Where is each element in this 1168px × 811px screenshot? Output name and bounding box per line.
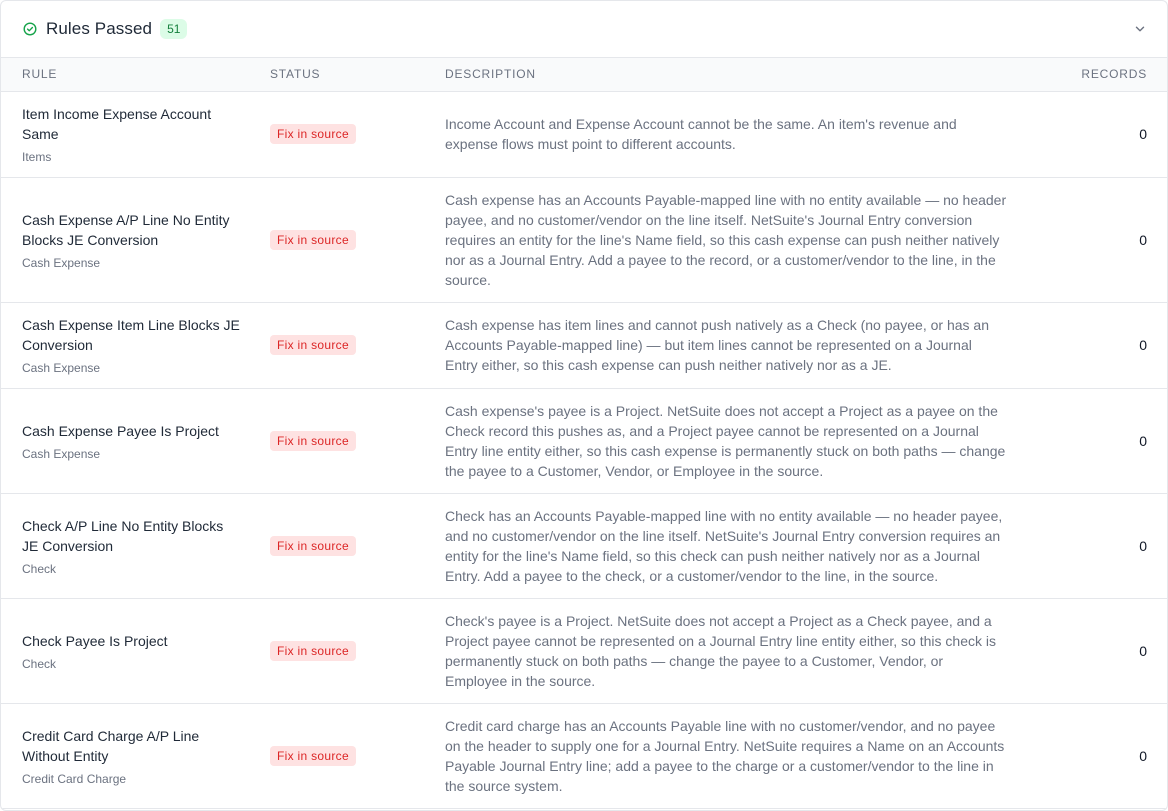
table-row[interactable]: Cash Expense Payee Is Project Cash Expen…	[1, 388, 1167, 494]
rule-description: Income Account and Expense Account canno…	[445, 116, 957, 152]
table-header-row: RULE STATUS DESCRIPTION RECORDS	[1, 58, 1167, 92]
rule-cell: Item Income Expense Account Same Items	[1, 91, 249, 178]
status-cell: Fix in source	[249, 598, 424, 704]
rule-name: Check A/P Line No Entity Blocks JE Conve…	[22, 517, 224, 554]
rule-category: Cash Expense	[22, 361, 101, 375]
panel-header[interactable]: Rules Passed 51	[1, 1, 1167, 58]
records-count: 0	[1027, 493, 1167, 599]
table-row[interactable]: Item Income Expense Account Same Items F…	[1, 91, 1167, 178]
status-badge: Fix in source	[270, 640, 356, 661]
status-badge: Fix in source	[270, 229, 356, 250]
records-count: 0	[1027, 177, 1167, 303]
status-badge: Fix in source	[270, 535, 356, 556]
column-header-status: STATUS	[249, 58, 424, 92]
rule-name: Check Payee Is Project	[22, 632, 168, 649]
column-header-rule: RULE	[1, 58, 249, 92]
status-badge: Fix in source	[270, 430, 356, 451]
table-row[interactable]: Check Payee Is Project Check Fix in sour…	[1, 598, 1167, 704]
status-cell: Fix in source	[249, 302, 424, 389]
rule-name: Cash Expense Payee Is Project	[22, 422, 219, 439]
description-cell: Check has an Accounts Payable-mapped lin…	[424, 493, 1027, 599]
rule-name: Cash Expense A/P Line No Entity Blocks J…	[22, 211, 230, 248]
rules-table: RULE STATUS DESCRIPTION RECORDS Item Inc…	[1, 58, 1167, 809]
check-circle-icon	[23, 22, 37, 36]
rule-cell: Credit Card Charge A/P Line Without Enti…	[1, 703, 249, 809]
records-count: 0	[1027, 598, 1167, 704]
status-badge: Fix in source	[270, 745, 356, 766]
table-row[interactable]: Cash Expense Item Line Blocks JE Convers…	[1, 302, 1167, 389]
rule-description: Cash expense has an Accounts Payable-map…	[445, 191, 1007, 288]
rule-category: Credit Card Charge	[22, 771, 127, 786]
records-count: 0	[1027, 302, 1167, 389]
status-cell: Fix in source	[249, 703, 424, 809]
records-count: 0	[1027, 703, 1167, 809]
rule-description: Check's payee is a Project. NetSuite doe…	[445, 612, 996, 689]
column-header-records: RECORDS	[1027, 58, 1167, 92]
rule-description: Credit card charge has an Accounts Payab…	[445, 717, 1005, 794]
table-row[interactable]: Credit Card Charge A/P Line Without Enti…	[1, 703, 1167, 809]
rule-category: Items	[22, 150, 52, 164]
description-cell: Cash expense's payee is a Project. NetSu…	[424, 388, 1027, 494]
rule-category: Check	[22, 656, 57, 671]
records-count: 0	[1027, 388, 1167, 494]
description-cell: Cash expense has item lines and cannot p…	[424, 302, 1027, 389]
status-cell: Fix in source	[249, 91, 424, 178]
status-cell: Fix in source	[249, 493, 424, 599]
rule-cell: Check A/P Line No Entity Blocks JE Conve…	[1, 493, 249, 599]
description-cell: Cash expense has an Accounts Payable-map…	[424, 177, 1027, 303]
table-row[interactable]: Check A/P Line No Entity Blocks JE Conve…	[1, 493, 1167, 599]
rule-name: Cash Expense Item Line Blocks JE Convers…	[22, 317, 240, 353]
rule-description: Check has an Accounts Payable-mapped lin…	[445, 507, 1003, 584]
chevron-down-icon[interactable]	[1133, 22, 1147, 36]
description-cell: Credit card charge has an Accounts Payab…	[424, 703, 1027, 809]
count-badge: 51	[160, 19, 188, 39]
status-cell: Fix in source	[249, 388, 424, 494]
rule-category: Cash Expense	[22, 446, 101, 461]
rule-category: Cash Expense	[22, 255, 101, 270]
description-cell: Income Account and Expense Account canno…	[424, 91, 1027, 178]
rule-category: Check	[22, 561, 57, 576]
rule-cell: Cash Expense Item Line Blocks JE Convers…	[1, 302, 249, 389]
rule-name: Item Income Expense Account Same	[22, 106, 212, 142]
panel-title: Rules Passed	[46, 19, 153, 38]
status-badge: Fix in source	[270, 335, 356, 355]
rule-name: Credit Card Charge A/P Line Without Enti…	[22, 727, 200, 764]
rule-cell: Cash Expense A/P Line No Entity Blocks J…	[1, 177, 249, 303]
rule-description: Cash expense has item lines and cannot p…	[445, 317, 989, 373]
rules-passed-panel: Rules Passed 51 RULE STATUS DESCRIPTION …	[0, 0, 1168, 811]
records-count: 0	[1027, 91, 1167, 178]
status-cell: Fix in source	[249, 177, 424, 303]
column-header-description: DESCRIPTION	[424, 58, 1027, 92]
table-row[interactable]: Cash Expense A/P Line No Entity Blocks J…	[1, 177, 1167, 303]
rule-cell: Check Payee Is Project Check	[1, 598, 249, 704]
status-badge: Fix in source	[270, 124, 356, 144]
rule-cell: Cash Expense Payee Is Project Cash Expen…	[1, 388, 249, 494]
description-cell: Check's payee is a Project. NetSuite doe…	[424, 598, 1027, 704]
rule-description: Cash expense's payee is a Project. NetSu…	[445, 402, 1006, 479]
